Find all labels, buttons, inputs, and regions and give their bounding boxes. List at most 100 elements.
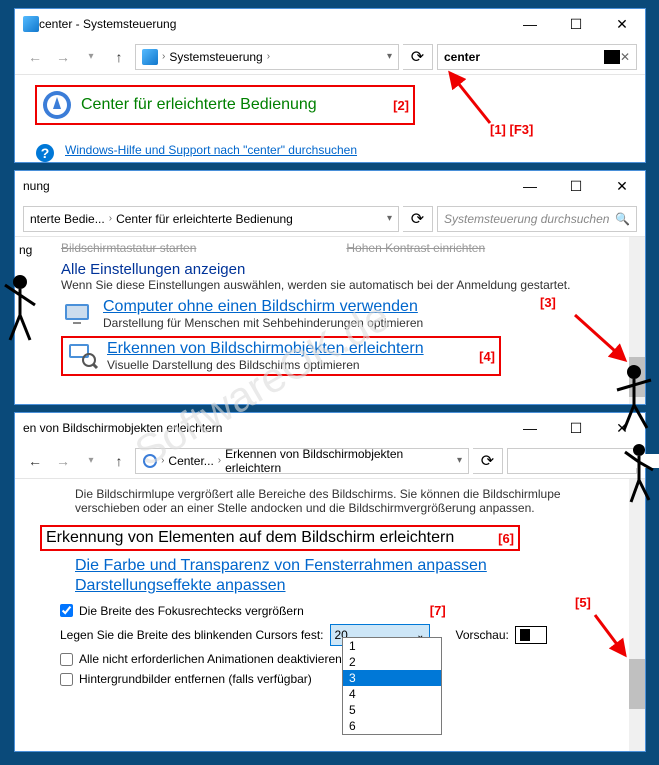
- up-button[interactable]: ↑: [107, 45, 131, 69]
- partial-text-1: Bildschirmtastatur starten: [61, 241, 196, 255]
- control-panel-icon: [23, 16, 39, 32]
- address-bar[interactable]: › Systemsteuerung › ▾: [135, 44, 399, 70]
- history-dropdown[interactable]: ▾: [79, 45, 103, 69]
- help-search-link[interactable]: Windows-Hilfe und Support nach "center" …: [65, 143, 357, 157]
- link-color-transparency[interactable]: Die Farbe und Transparenz von Fensterrah…: [75, 557, 487, 574]
- annotation-6: [6]: [498, 531, 514, 546]
- close-button[interactable]: ✕: [599, 171, 645, 201]
- stick-figure-2: [609, 360, 659, 440]
- titlebar-1: center - Systemsteuerung — ☐ ✕: [15, 9, 645, 39]
- search-input-1[interactable]: [444, 50, 604, 64]
- help-search-row: ? Windows-Hilfe und Support nach "center…: [35, 143, 625, 163]
- link-visual-effects[interactable]: Darstellungseffekte anpassen: [75, 577, 286, 594]
- highlight-box-6: Erkennung von Elementen auf dem Bildschi…: [40, 525, 520, 551]
- window-1: center - Systemsteuerung — ☐ ✕ ← → ▾ ↑ ›…: [14, 8, 646, 163]
- cursor-preview: [515, 626, 547, 644]
- option-4[interactable]: 4: [343, 686, 441, 702]
- minimize-button[interactable]: —: [507, 171, 553, 201]
- address-bar-3[interactable]: › Center... › Erkennen von Bildschirmobj…: [135, 448, 469, 474]
- desc-screen-objects: Visuelle Darstellung des Bildschirms opt…: [107, 358, 479, 372]
- addr-dropdown-icon[interactable]: ▾: [457, 455, 462, 466]
- history-dropdown[interactable]: ▾: [79, 449, 103, 473]
- addr-dropdown-icon[interactable]: ▾: [387, 51, 392, 62]
- preview-label: Vorschau:: [456, 628, 509, 642]
- cursor-width-dropdown[interactable]: 1 2 3 4 5 6: [342, 637, 442, 735]
- search-box-1[interactable]: ✕: [437, 44, 637, 70]
- refresh-button[interactable]: ⟳: [403, 206, 433, 232]
- section-heading: Erkennung von Elementen auf dem Bildschi…: [46, 529, 498, 547]
- highlight-box-2: Center für erleichterte Bedienung [2]: [35, 85, 415, 125]
- minimize-button[interactable]: —: [507, 9, 553, 39]
- clear-search-icon[interactable]: ✕: [620, 50, 630, 64]
- forward-button[interactable]: →: [51, 45, 75, 69]
- window-2: nung — ☐ ✕ nterte Bedie... › Center für …: [14, 170, 646, 405]
- label-disable-animations: Alle nicht erforderlichen Animationen de…: [79, 652, 342, 666]
- option-5[interactable]: 5: [343, 702, 441, 718]
- annotation-2: [2]: [393, 98, 409, 113]
- addr-dropdown-icon[interactable]: ▾: [387, 213, 392, 224]
- addr-icon: [142, 49, 158, 65]
- search-box-3[interactable]: 🔍: [507, 448, 637, 474]
- checkbox-remove-bg[interactable]: [60, 673, 73, 686]
- refresh-button[interactable]: ⟳: [403, 44, 433, 70]
- back-button[interactable]: ←: [23, 449, 47, 473]
- search-box-2[interactable]: 🔍: [437, 206, 637, 232]
- crumb-center[interactable]: Center...: [168, 454, 213, 468]
- annotation-1: [1] [F3]: [490, 122, 533, 137]
- search-input-2[interactable]: [444, 212, 615, 226]
- titlebar-2: nung — ☐ ✕: [15, 171, 645, 201]
- window-2-title: nung: [23, 179, 507, 193]
- search-icon[interactable]: 🔍: [615, 212, 630, 226]
- all-settings-sub: Wenn Sie diese Einstellungen auswählen, …: [61, 278, 613, 292]
- maximize-button[interactable]: ☐: [553, 171, 599, 201]
- maximize-button[interactable]: ☐: [553, 9, 599, 39]
- crumb-current[interactable]: Center für erleichterte Bedienung: [116, 212, 293, 226]
- content-2: Bildschirmtastatur starten Hohen Kontras…: [45, 237, 629, 404]
- window-3: en von Bildschirmobjekten erleichtern — …: [14, 412, 646, 752]
- help-icon: ?: [35, 143, 55, 163]
- crumb-sep: ›: [267, 51, 270, 62]
- partial-text-2: Hohen Kontrast einrichten: [346, 241, 485, 255]
- ease-of-access-icon: [41, 89, 73, 121]
- all-settings-heading: Alle Einstellungen anzeigen: [61, 261, 613, 278]
- stick-figure-3: [619, 440, 659, 510]
- result-ease-of-access[interactable]: Center für erleichterte Bedienung: [81, 96, 393, 114]
- crumb-current-3[interactable]: Erkennen von Bildschirmobjekten erleicht…: [225, 447, 449, 475]
- maximize-button[interactable]: ☐: [553, 413, 599, 443]
- highlight-box-4: Erkennen von Bildschirmobjekten erleicht…: [61, 336, 501, 376]
- content-2-wrap: ng Bildschirmtastatur starten Hohen Kont…: [15, 237, 645, 404]
- svg-text:?: ?: [41, 145, 50, 161]
- scrollbar-3[interactable]: [629, 479, 645, 751]
- monitor-icon: [61, 298, 93, 330]
- annotation-5: [5]: [575, 595, 591, 610]
- close-button[interactable]: ✕: [599, 9, 645, 39]
- option-3[interactable]: 3: [343, 670, 441, 686]
- back-button[interactable]: ←: [23, 45, 47, 69]
- link-no-screen[interactable]: Computer ohne einen Bildschirm verwenden: [103, 298, 423, 316]
- ease-icon-small: [142, 453, 157, 469]
- label-focus-rect: Die Breite des Fokusrechtecks vergrößern: [79, 604, 304, 618]
- crumb-parent[interactable]: nterte Bedie...: [30, 212, 105, 226]
- checkbox-focus-rect[interactable]: [60, 604, 73, 617]
- content-3-wrap: Die Bildschirmlupe vergrößert alle Berei…: [15, 479, 645, 751]
- option-6[interactable]: 6: [343, 718, 441, 734]
- option-2[interactable]: 2: [343, 654, 441, 670]
- item-no-screen: Computer ohne einen Bildschirm verwenden…: [61, 298, 613, 330]
- checkbox-disable-animations[interactable]: [60, 653, 73, 666]
- annotation-4: [4]: [479, 349, 495, 364]
- up-button[interactable]: ↑: [107, 449, 131, 473]
- window-1-title: center - Systemsteuerung: [39, 17, 507, 31]
- minimize-button[interactable]: —: [507, 413, 553, 443]
- link-screen-objects[interactable]: Erkennen von Bildschirmobjekten erleicht…: [107, 340, 479, 358]
- intro-text: Die Bildschirmlupe vergrößert alle Berei…: [75, 487, 609, 515]
- refresh-button[interactable]: ⟳: [473, 448, 503, 474]
- toolbar-2: nterte Bedie... › Center für erleichtert…: [15, 201, 645, 237]
- magnify-screen-icon: [67, 340, 99, 372]
- address-bar-2[interactable]: nterte Bedie... › Center für erleichtert…: [23, 206, 399, 232]
- redacted-block: [604, 50, 620, 64]
- annotation-7: [7]: [430, 603, 446, 618]
- crumb-systemsteuerung[interactable]: Systemsteuerung: [169, 50, 262, 64]
- toolbar-3: ← → ▾ ↑ › Center... › Erkennen von Bilds…: [15, 443, 645, 479]
- forward-button[interactable]: →: [51, 449, 75, 473]
- option-1[interactable]: 1: [343, 638, 441, 654]
